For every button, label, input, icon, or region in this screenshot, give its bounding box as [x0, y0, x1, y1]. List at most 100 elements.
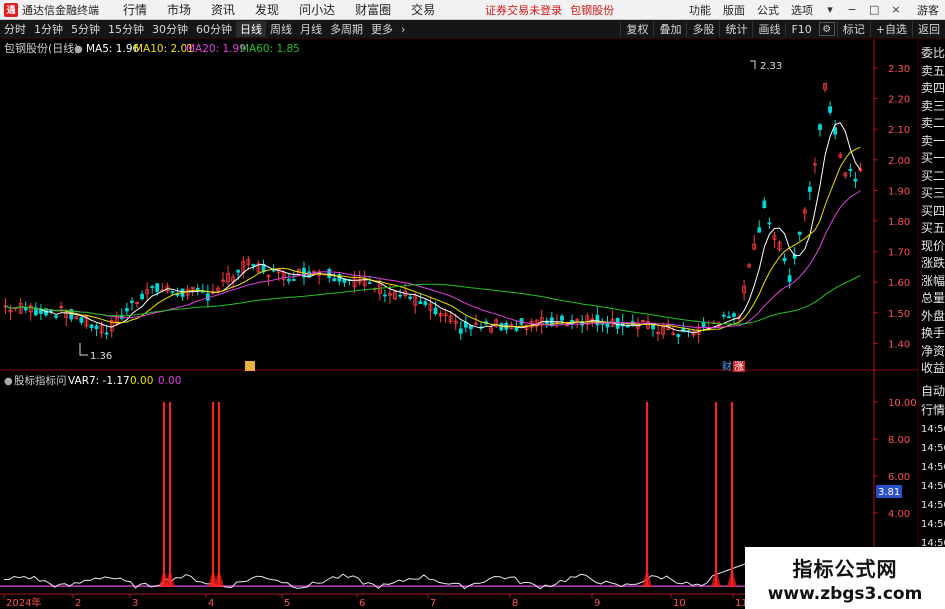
xaxis-tick-label: 2	[75, 598, 81, 609]
period-monthly[interactable]: 月线	[296, 21, 326, 37]
ma10-label: MA10: 2.01	[134, 43, 194, 55]
kline-chart[interactable]: 包钢股份(日线) ● MA5: 1.96 MA10: 2.01 MA20: 1.…	[0, 39, 918, 609]
menu-wenxiaoda[interactable]: 问小达	[289, 1, 345, 18]
candle-body	[727, 316, 731, 319]
event-badge-cai[interactable]: 财	[722, 360, 732, 373]
watermark-title: 指标公式网	[792, 556, 898, 581]
candle-body	[721, 314, 726, 317]
add-favorite-button[interactable]: +自选	[869, 21, 912, 37]
quote-side-panel: 委比卖五卖四卖三卖二卖一买一买二买三买四买五现价涨跌涨幅总量外盘换手净资收益自动…	[918, 39, 945, 609]
duogu-button[interactable]: 多股	[686, 21, 719, 37]
guest-label[interactable]: 游客	[907, 2, 945, 18]
menu-xuanxiang[interactable]: 选项	[785, 2, 819, 18]
menu-faxian[interactable]: 发现	[245, 1, 289, 18]
candle-body	[787, 275, 792, 282]
menu-gongshi[interactable]: 公式	[751, 2, 785, 18]
menu-zixun[interactable]: 资讯	[201, 1, 245, 18]
shirt-icon[interactable]: ▾	[819, 3, 841, 16]
period-daily[interactable]: 日线	[236, 21, 266, 37]
side-lower-item[interactable]: 14:50	[921, 461, 945, 474]
side-item[interactable]: 卖一	[921, 135, 945, 148]
side-item[interactable]: 收益	[921, 362, 945, 375]
close-icon[interactable]: ×	[885, 3, 907, 16]
candle-body	[828, 106, 832, 113]
side-item[interactable]: 买三	[921, 187, 945, 200]
candle-body	[130, 300, 134, 303]
candle-body	[433, 307, 438, 315]
period-30min[interactable]: 30分钟	[148, 21, 192, 37]
side-lower-item[interactable]: 14:50	[921, 499, 945, 512]
side-item[interactable]: 买五	[921, 222, 945, 235]
candle-body	[762, 200, 767, 209]
maximize-icon[interactable]: □	[863, 3, 885, 16]
indicator-collapse-icon[interactable]: ●	[4, 376, 13, 387]
period-more[interactable]: 更多	[367, 21, 397, 37]
event-badge-zhang[interactable]: 涨	[734, 361, 744, 373]
candle-body	[89, 324, 94, 328]
candle-body	[54, 315, 58, 318]
candle-body	[39, 309, 43, 314]
period-15min[interactable]: 15分钟	[104, 21, 148, 37]
candle-body	[125, 308, 129, 312]
side-item[interactable]: 涨幅	[921, 275, 945, 288]
collapse-arrow-icon[interactable]: ●	[74, 44, 83, 55]
candle-body	[271, 269, 276, 272]
period-toolbar: 分时 1分钟 5分钟 15分钟 30分钟 60分钟 日线 周线 月线 多周期 更…	[0, 20, 945, 39]
side-lower-item[interactable]: 14:50	[921, 442, 945, 455]
side-item[interactable]: 总量	[921, 292, 945, 305]
indicator-name: 股标指标问	[14, 374, 67, 387]
side-item[interactable]: 净资	[921, 345, 945, 358]
candle-body	[469, 325, 473, 330]
period-60min[interactable]: 60分钟	[192, 21, 236, 37]
side-item[interactable]: 换手	[921, 327, 945, 340]
gear-icon[interactable]: ⚙	[818, 22, 835, 36]
side-item[interactable]: 外盘	[921, 310, 945, 323]
price-header-name: 包钢股份(日线)	[4, 41, 79, 55]
menu-caifuquan[interactable]: 财富圈	[345, 1, 401, 18]
menu-shichang[interactable]: 市场	[157, 1, 201, 18]
side-lower-item[interactable]: 自动	[921, 385, 945, 398]
period-fenshi[interactable]: 分时	[0, 21, 30, 37]
menu-hangqing[interactable]: 行情	[113, 1, 157, 18]
candle-body	[94, 325, 99, 330]
period-5min[interactable]: 5分钟	[67, 21, 104, 37]
event-badge-square[interactable]	[245, 361, 255, 371]
candle-body	[175, 293, 180, 296]
high-label: 2.33	[760, 61, 782, 72]
menu-banmian[interactable]: 版面	[717, 2, 751, 18]
candle-body	[732, 313, 736, 317]
more-arrow-icon[interactable]: ›	[397, 23, 409, 36]
diejia-button[interactable]: 叠加	[653, 21, 686, 37]
side-item[interactable]: 卖五	[921, 65, 945, 78]
side-item[interactable]: 卖四	[921, 82, 945, 95]
ind-tick-label: 6.00	[888, 472, 910, 483]
period-weekly[interactable]: 周线	[266, 21, 296, 37]
login-notice[interactable]: 证券交易未登录	[485, 2, 562, 18]
side-item[interactable]: 委比	[921, 47, 945, 60]
side-lower-item[interactable]: 14:50	[921, 518, 945, 531]
fuquan-button[interactable]: 复权	[620, 21, 653, 37]
period-multi[interactable]: 多周期	[326, 21, 367, 37]
side-item[interactable]: 买四	[921, 205, 945, 218]
menu-gongneng[interactable]: 功能	[683, 2, 717, 18]
side-item[interactable]: 卖三	[921, 100, 945, 113]
price-tick-label: 1.70	[888, 248, 910, 259]
title-menu-bar: 通 通达信金融终端 行情 市场 资讯 发现 问小达 财富圈 交易 证券交易未登录…	[0, 0, 945, 20]
side-item[interactable]: 涨跌	[921, 257, 945, 270]
tongji-button[interactable]: 统计	[719, 21, 752, 37]
back-button[interactable]: 返回	[912, 21, 945, 37]
side-lower-item[interactable]: 14:50	[921, 423, 945, 436]
candle-body	[291, 279, 296, 281]
side-item[interactable]: 买一	[921, 152, 945, 165]
side-item[interactable]: 买二	[921, 170, 945, 183]
minimize-icon[interactable]: −	[841, 3, 863, 16]
menu-jiaoyi[interactable]: 交易	[401, 1, 445, 18]
biaoji-button[interactable]: 标记	[836, 21, 870, 37]
side-lower-item[interactable]: 行情	[921, 404, 945, 417]
huaxian-button[interactable]: 画线	[752, 21, 785, 37]
side-item[interactable]: 现价	[921, 240, 945, 253]
f10-button[interactable]: F10	[785, 22, 816, 36]
side-lower-item[interactable]: 14:50	[921, 480, 945, 493]
side-item[interactable]: 卖二	[921, 117, 945, 130]
period-1min[interactable]: 1分钟	[30, 21, 67, 37]
